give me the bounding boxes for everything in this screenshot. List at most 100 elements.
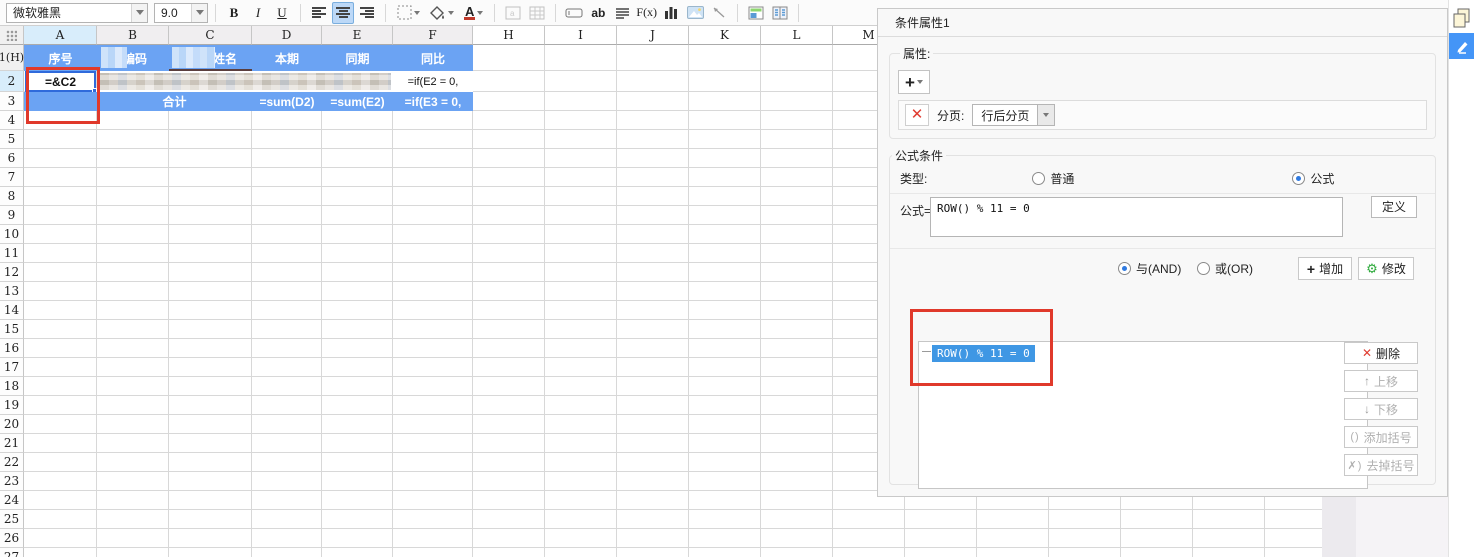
move-down-button[interactable]: ↓ 下移 <box>1344 398 1418 420</box>
remove-attribute-button[interactable]: ✕ <box>905 104 929 126</box>
form-widget-button[interactable] <box>745 2 767 24</box>
row-header-23[interactable]: 23 <box>0 472 24 491</box>
bold-button[interactable]: B <box>223 2 245 24</box>
image-button[interactable] <box>684 2 706 24</box>
textfield-widget-button[interactable] <box>563 2 585 24</box>
line-tool-button[interactable] <box>708 2 730 24</box>
cell-F2[interactable]: =if(E2 = 0, <box>393 71 473 92</box>
row-header-5[interactable]: 5 <box>0 130 24 149</box>
formula-input[interactable] <box>930 197 1343 237</box>
radio-or[interactable]: 或(OR) <box>1197 260 1253 277</box>
row-header-16[interactable]: 16 <box>0 339 24 358</box>
row-header-25[interactable]: 25 <box>0 510 24 529</box>
row-header-13[interactable]: 13 <box>0 282 24 301</box>
align-right-button[interactable] <box>356 2 378 24</box>
col-header-K[interactable]: K <box>689 26 761 45</box>
cell-F1[interactable]: 同比 <box>393 45 473 71</box>
cell-F3[interactable]: =if(E3 = 0, <box>393 92 473 111</box>
define-button[interactable]: 定义 <box>1371 196 1417 218</box>
row-header-4[interactable]: 4 <box>0 111 24 130</box>
font-size-select[interactable]: 9.0 <box>154 2 208 23</box>
col-header-F[interactable]: F <box>393 26 473 45</box>
border-button[interactable] <box>393 2 424 24</box>
split-cell-button[interactable] <box>526 2 548 24</box>
cell-E3[interactable]: =sum(E2) <box>322 92 393 111</box>
row-header-3[interactable]: 3 <box>0 92 24 111</box>
paging-attribute-row: ✕ 分页: 行后分页 <box>898 100 1427 130</box>
row-header-24[interactable]: 24 <box>0 491 24 510</box>
row-header-12[interactable]: 12 <box>0 263 24 282</box>
formula-button[interactable]: F(x) <box>635 2 658 24</box>
modify-condition-button[interactable]: ⚙ 修改 <box>1358 257 1414 280</box>
col-header-H[interactable]: H <box>473 26 545 45</box>
col-header-L[interactable]: L <box>761 26 833 45</box>
align-left-button[interactable] <box>308 2 330 24</box>
delete-label: 删除 <box>1376 346 1401 361</box>
font-family-select[interactable]: 微软雅黑 <box>6 2 148 23</box>
italic-button[interactable]: I <box>247 2 269 24</box>
row-header-15[interactable]: 15 <box>0 320 24 339</box>
report-block-button[interactable] <box>769 2 791 24</box>
row-header-19[interactable]: 19 <box>0 396 24 415</box>
row-header-18[interactable]: 18 <box>0 377 24 396</box>
row-header-27[interactable]: 27 <box>0 548 24 557</box>
col-header-A[interactable]: A <box>24 26 97 45</box>
row-header-17[interactable]: 17 <box>0 358 24 377</box>
row-header-7[interactable]: 7 <box>0 168 24 187</box>
move-up-label: 上移 <box>1373 374 1398 389</box>
col-header-E[interactable]: E <box>322 26 393 45</box>
grid-vline <box>760 45 761 557</box>
align-center-button[interactable] <box>332 1 354 24</box>
attribute-legend: 属性: <box>903 47 931 61</box>
col-header-I[interactable]: I <box>545 26 617 45</box>
row-header-14[interactable]: 14 <box>0 301 24 320</box>
rich-text-button[interactable] <box>611 2 633 24</box>
formula-condition-legend: 公式条件 <box>895 149 944 163</box>
chevron-down-icon[interactable] <box>131 3 147 22</box>
edit-pencil-button[interactable] <box>1449 33 1474 59</box>
col-header-J[interactable]: J <box>617 26 689 45</box>
underline-button[interactable]: U <box>271 2 293 24</box>
radio-formula[interactable]: 公式 <box>1292 170 1334 187</box>
plus-icon: + <box>905 72 915 92</box>
add-attribute-button[interactable]: + <box>898 70 930 94</box>
row-header-11[interactable]: 11 <box>0 244 24 263</box>
cell-D1[interactable]: 本期 <box>252 45 322 71</box>
cell-B3-C3-merged[interactable]: 合计 <box>97 92 252 111</box>
chevron-down-icon[interactable] <box>191 3 207 22</box>
row-header-20[interactable]: 20 <box>0 415 24 434</box>
move-up-button[interactable]: ↑ 上移 <box>1344 370 1418 392</box>
row-header-2[interactable]: 2 <box>0 71 24 92</box>
row-header-8[interactable]: 8 <box>0 187 24 206</box>
row-header-10[interactable]: 10 <box>0 225 24 244</box>
fill-color-button[interactable] <box>426 2 458 24</box>
merge-cell-button[interactable]: a <box>502 2 524 24</box>
row-header-9[interactable]: 9 <box>0 206 24 225</box>
row-header-26[interactable]: 26 <box>0 529 24 548</box>
col-header-B[interactable]: B <box>97 26 169 45</box>
radio-normal[interactable]: 普通 <box>1032 170 1074 187</box>
col-header-D[interactable]: D <box>252 26 322 45</box>
radio-icon <box>1118 262 1131 275</box>
cell-D3[interactable]: =sum(D2) <box>252 92 322 111</box>
row-header-1(H)[interactable]: 1(H) <box>0 45 24 71</box>
row-header-6[interactable]: 6 <box>0 149 24 168</box>
text-button[interactable]: ab <box>587 2 609 24</box>
copy-icon[interactable] <box>1452 8 1472 30</box>
delete-condition-button[interactable]: ✕ 删除 <box>1344 342 1418 364</box>
remove-bracket-button[interactable]: ✗) 去掉括号 <box>1344 454 1418 476</box>
paging-select[interactable]: 行后分页 <box>972 104 1056 126</box>
select-all-corner[interactable] <box>0 26 24 45</box>
report-block-icon <box>772 6 788 19</box>
condition-controls-row: 与(AND) 或(OR) + 增加 ⚙ 修改 <box>890 249 1435 291</box>
row-header-21[interactable]: 21 <box>0 434 24 453</box>
row-header-22[interactable]: 22 <box>0 453 24 472</box>
chart-button[interactable] <box>660 2 682 24</box>
col-header-C[interactable]: C <box>169 26 252 45</box>
add-bracket-button[interactable]: () 添加括号 <box>1344 426 1418 448</box>
add-condition-button[interactable]: + 增加 <box>1298 257 1352 280</box>
cell-E1[interactable]: 同期 <box>322 45 393 71</box>
pencil-icon <box>1457 41 1467 54</box>
font-color-button[interactable]: A <box>460 2 487 24</box>
radio-and[interactable]: 与(AND) <box>1118 260 1181 277</box>
